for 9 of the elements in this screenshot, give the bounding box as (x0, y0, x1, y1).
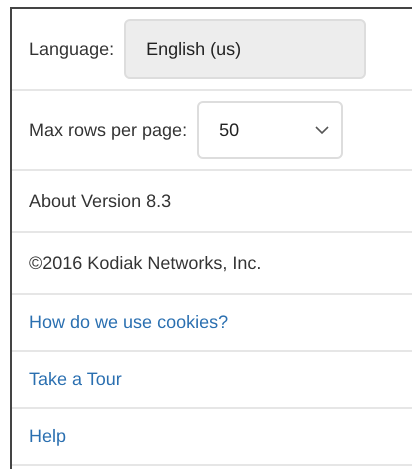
chevron-down-icon (315, 126, 330, 134)
menu-link[interactable]: How do we use cookies? (29, 312, 228, 333)
info-text: ©2016 Kodiak Networks, Inc. (29, 252, 262, 274)
rows-per-page-select[interactable]: 50 (197, 101, 344, 159)
info-text: About Version 8.3 (29, 190, 172, 212)
field-label: Max rows per page: (29, 120, 188, 140)
menu-link[interactable]: Help (29, 426, 66, 447)
menu-link[interactable]: Take a Tour (29, 369, 122, 390)
field-label: Language: (29, 38, 114, 60)
